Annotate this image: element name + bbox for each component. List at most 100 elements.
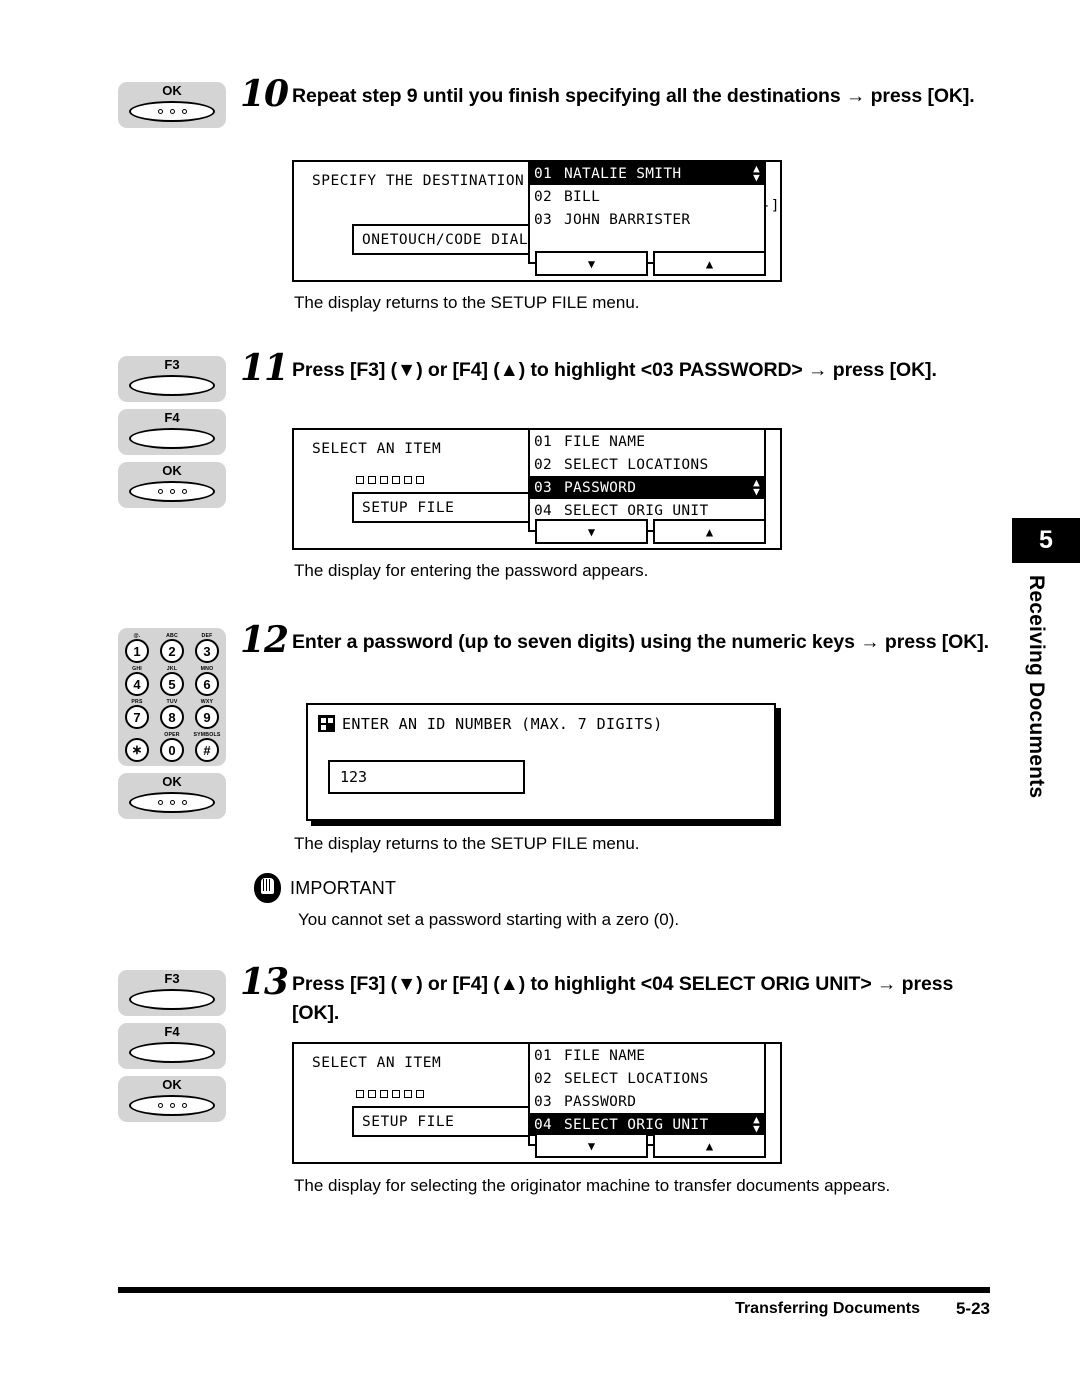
lcd-list-panel[interactable]: 01 FILE NAME 02 SELECT LOCATIONS 03 PASS… <box>528 428 766 532</box>
list-item-index: 02 <box>534 456 553 473</box>
numkey-asterisk[interactable]: ∗ <box>121 732 153 765</box>
numkey-4-digit: 4 <box>125 672 149 696</box>
important-title: IMPORTANT <box>290 877 397 898</box>
step-13-keys: F3 F4 OK <box>118 970 230 1129</box>
lcd-left-box: SETUP FILE <box>352 492 547 523</box>
key-ok[interactable]: OK <box>118 1076 226 1122</box>
numkey-8[interactable]: TUV 8 <box>156 699 188 732</box>
numkey-7[interactable]: PRS 7 <box>121 699 153 732</box>
key-ok[interactable]: OK <box>118 462 226 508</box>
softkey-down[interactable]: ▼ <box>535 519 648 544</box>
softkey-up[interactable]: ▲ <box>653 519 766 544</box>
step-10-number: 10 <box>240 73 289 115</box>
lcd-title: SELECT AN ITEM <box>312 1055 442 1071</box>
footer-rule <box>118 1287 990 1293</box>
scroll-arrows-icon: ▲ ▼ <box>753 476 760 498</box>
list-item-index: 01 <box>534 165 553 182</box>
numkey-2[interactable]: ABC 2 <box>156 633 188 666</box>
list-item[interactable]: 03 PASSWORD ▲ ▼ <box>530 476 764 499</box>
list-item[interactable]: 01 NATALIE SMITH ▲ ▼ <box>530 162 764 185</box>
numkey-5[interactable]: JKL 5 <box>156 666 188 699</box>
id-number-input[interactable]: 123 <box>328 760 525 794</box>
key-f3-label: F3 <box>164 357 180 372</box>
list-item-index: 02 <box>534 188 553 205</box>
numkey-9-digit: 9 <box>195 705 219 729</box>
step-11-number: 11 <box>240 347 289 389</box>
numkey-6[interactable]: MNO 6 <box>191 666 223 699</box>
list-item-label: JOHN BARRISTER <box>564 211 691 228</box>
scroll-arrows-icon: ▲ ▼ <box>753 1113 760 1135</box>
step-10-instruction: Repeat step 9 until you finish specifyin… <box>292 85 975 107</box>
list-item[interactable]: 02 SELECT LOCATIONS <box>530 1067 764 1090</box>
chapter-tab-title: Receiving Documents <box>1025 575 1048 799</box>
footer-page-number: 5-23 <box>955 1299 990 1318</box>
key-f3[interactable]: F3 <box>118 356 226 402</box>
list-item-label: BILL <box>564 188 601 205</box>
list-item[interactable]: 02 BILL <box>530 185 764 208</box>
list-item-label: SELECT ORIG UNIT <box>564 1116 709 1133</box>
numkey-0[interactable]: OPER 0 <box>156 732 188 765</box>
list-item[interactable]: 03 PASSWORD <box>530 1090 764 1113</box>
key-f4[interactable]: F4 <box>118 1023 226 1069</box>
key-f3-label: F3 <box>164 971 180 986</box>
key-ok-label: OK <box>162 774 182 789</box>
step-13-instruction: Press [F3] (▼) or [F4] (▲) to highlight … <box>292 973 954 1024</box>
list-item[interactable]: 03 JOHN BARRISTER <box>530 208 764 231</box>
lcd-list-panel[interactable]: 01 NATALIE SMITH ▲ ▼ 02 BILL 03 JOHN BARR… <box>528 160 766 264</box>
list-item-label: SELECT ORIG UNIT <box>564 502 709 519</box>
key-f3[interactable]: F3 <box>118 970 226 1016</box>
softkey-down[interactable]: ▼ <box>535 251 648 276</box>
f4-lens-icon <box>129 1042 215 1063</box>
chapter-tab-number: 5 <box>1012 518 1080 563</box>
numkey-4[interactable]: GHI 4 <box>121 666 153 699</box>
numkey-2-digit: 2 <box>160 639 184 663</box>
scroll-arrows-icon: ▲ ▼ <box>753 162 760 184</box>
list-item-label: SELECT LOCATIONS <box>564 456 709 473</box>
step-12-keys: @. 1 ABC 2 DEF 3 GHI 4 JKL 5 MNO 6 PRS 7… <box>118 628 230 826</box>
numkey-6-digit: 6 <box>195 672 219 696</box>
list-item-index: 03 <box>534 479 553 496</box>
lcd-list-panel[interactable]: 01 FILE NAME 02 SELECT LOCATIONS 03 PASS… <box>528 1042 766 1146</box>
list-item-index: 04 <box>534 502 553 519</box>
step-12-instruction: Enter a password (up to seven digits) us… <box>292 631 989 653</box>
step-12-caption: The display returns to the SETUP FILE me… <box>294 834 640 853</box>
important-note: IMPORTANT You cannot set a password star… <box>254 873 679 930</box>
softkey-up[interactable]: ▲ <box>653 251 766 276</box>
footer-section-title: Transferring Documents <box>735 1300 920 1317</box>
lcd-select-item-password: SELECT AN ITEM SETUP FILE 01 FILE NAME 0… <box>292 428 782 550</box>
key-f4[interactable]: F4 <box>118 409 226 455</box>
list-item[interactable]: 02 SELECT LOCATIONS <box>530 453 764 476</box>
softkey-up[interactable]: ▲ <box>653 1133 766 1158</box>
key-ok[interactable]: OK <box>118 82 226 128</box>
important-body: You cannot set a password starting with … <box>298 910 680 929</box>
list-item-index: 03 <box>534 211 553 228</box>
numkey-8-digit: 8 <box>160 705 184 729</box>
numkey-hash[interactable]: SYMBOLS # <box>191 732 223 765</box>
list-item-label: PASSWORD <box>564 479 637 496</box>
step-12-number: 12 <box>240 619 289 661</box>
numkey-1[interactable]: @. 1 <box>121 633 153 666</box>
list-item-index: 01 <box>534 433 553 450</box>
list-item[interactable]: 01 FILE NAME <box>530 430 764 453</box>
list-item-label: PASSWORD <box>564 1093 637 1110</box>
id-entry-icon <box>318 715 335 732</box>
list-item-index: 04 <box>534 1116 553 1133</box>
lcd-softkey-bar: ▼ ▲ <box>535 1133 766 1158</box>
softkey-down[interactable]: ▼ <box>535 1133 648 1158</box>
list-item-index: 01 <box>534 1047 553 1064</box>
f3-lens-icon <box>129 989 215 1010</box>
key-ok-label: OK <box>162 1077 182 1092</box>
f3-lens-icon <box>129 375 215 396</box>
numkey-9[interactable]: WXY 9 <box>191 699 223 732</box>
numkey-3[interactable]: DEF 3 <box>191 633 223 666</box>
lcd-title: SPECIFY THE DESTINATION <box>312 173 525 189</box>
hand-icon <box>254 873 281 903</box>
numkey-3-digit: 3 <box>195 639 219 663</box>
ok-lens-icon <box>129 101 215 122</box>
progress-squares-icon <box>356 476 424 484</box>
numeric-keypad[interactable]: @. 1 ABC 2 DEF 3 GHI 4 JKL 5 MNO 6 PRS 7… <box>118 628 226 766</box>
key-ok[interactable]: OK <box>118 773 226 819</box>
progress-squares-icon <box>356 1090 424 1098</box>
key-f4-label: F4 <box>164 410 180 425</box>
list-item[interactable]: 01 FILE NAME <box>530 1044 764 1067</box>
